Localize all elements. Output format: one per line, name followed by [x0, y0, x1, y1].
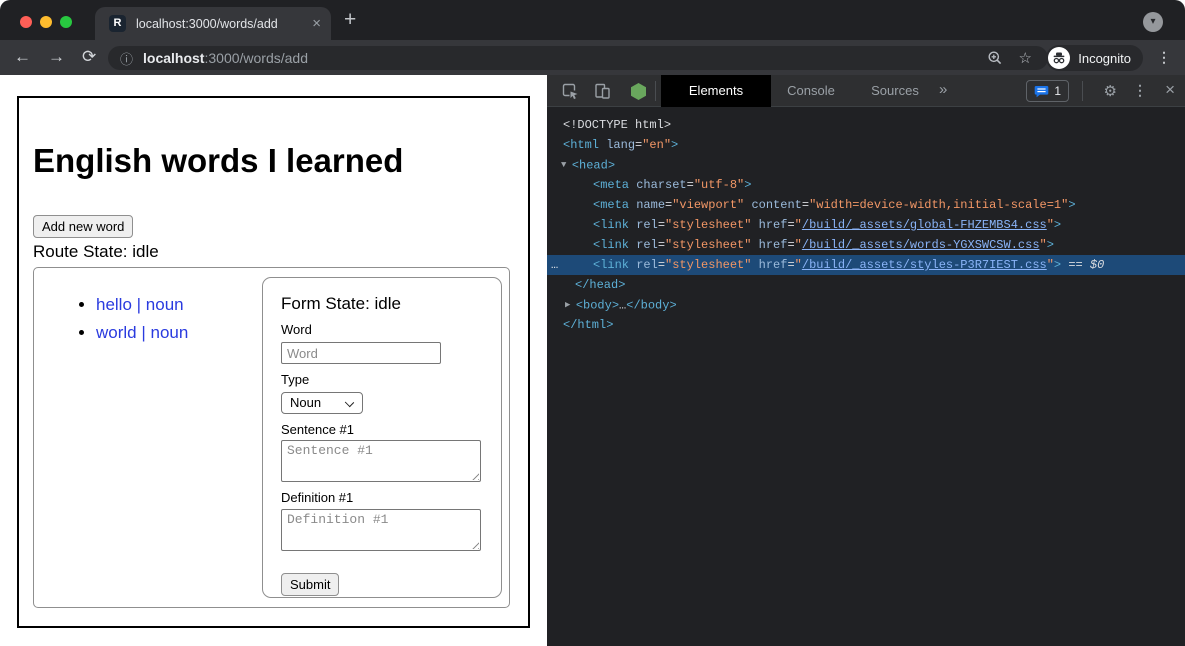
extension-hexagon-icon[interactable] — [631, 83, 646, 105]
code-line[interactable]: <!DOCTYPE html> — [547, 115, 1185, 135]
code-line[interactable]: <link rel="stylesheet" href="/build/_ass… — [547, 215, 1185, 235]
word-link-hello[interactable]: hello | noun — [96, 295, 184, 314]
type-select-value: Noun — [290, 395, 321, 410]
code-line[interactable]: ▶ <body>…</body> — [547, 295, 1185, 315]
word-field-label: Word — [281, 322, 483, 337]
browser-window: R localhost:3000/words/add × + ▾ ← → ⟳ ⓘ… — [0, 0, 1185, 646]
devtools-code: <!DOCTYPE html><html lang="en">▼ <head><… — [547, 108, 1185, 646]
message-bubble-icon — [1034, 85, 1049, 98]
address-bar[interactable]: ⓘ localhost:3000/words/add ☆ — [108, 46, 1048, 70]
code-line[interactable]: </head> — [547, 275, 1185, 295]
page-viewport: English words I learned Add new word Rou… — [0, 75, 547, 646]
traffic-light-minimize[interactable] — [40, 16, 52, 28]
bookmark-star-icon[interactable]: ☆ — [1019, 49, 1032, 67]
type-field-label: Type — [281, 372, 483, 387]
browser-tab[interactable]: R localhost:3000/words/add × — [95, 7, 331, 40]
tab-close-icon[interactable]: × — [312, 16, 321, 31]
tab-search-button[interactable]: ▾ — [1143, 12, 1163, 32]
traffic-light-close[interactable] — [20, 16, 32, 28]
browser-menu-button[interactable]: ⋮ — [1157, 49, 1171, 66]
back-button[interactable]: ← — [14, 47, 31, 67]
forward-button[interactable]: → — [48, 47, 65, 67]
inspect-element-icon[interactable] — [561, 82, 579, 105]
browser-titlebar: R localhost:3000/words/add × + ▾ — [0, 0, 1185, 40]
traffic-light-zoom[interactable] — [60, 16, 72, 28]
incognito-label: Incognito — [1078, 51, 1131, 66]
reload-button[interactable]: ⟳ — [82, 47, 96, 67]
site-info-icon[interactable]: ⓘ — [120, 49, 133, 68]
new-tab-button[interactable]: + — [344, 8, 356, 32]
add-word-form: Form State: idle Word Type Noun Sentence… — [262, 277, 502, 598]
issues-counter[interactable]: 1 — [1026, 80, 1069, 102]
code-line[interactable]: …<link rel="stylesheet" href="/build/_as… — [547, 255, 1185, 275]
code-line[interactable]: ▼ <head> — [547, 155, 1185, 175]
sentence-textarea[interactable] — [281, 440, 481, 482]
remix-favicon-icon: R — [109, 15, 126, 32]
code-line[interactable]: <meta charset="utf-8"> — [547, 175, 1185, 195]
more-tabs-button[interactable]: » — [939, 75, 947, 107]
form-state-text: Form State: idle — [281, 294, 483, 314]
tab-title: localhost:3000/words/add — [136, 17, 304, 31]
url-text: localhost:3000/words/add — [143, 50, 987, 66]
route-state-text: Route State: idle — [33, 242, 159, 262]
device-toolbar-icon[interactable] — [593, 82, 611, 105]
incognito-icon — [1048, 47, 1070, 69]
tab-console[interactable]: Console — [771, 75, 851, 107]
sentence-field-label: Sentence #1 — [281, 422, 483, 437]
devtools-close-icon[interactable]: × — [1165, 80, 1175, 100]
code-line[interactable]: <html lang="en"> — [547, 135, 1185, 155]
zoom-level-icon[interactable] — [987, 50, 1003, 66]
tab-sources[interactable]: Sources — [855, 75, 935, 107]
browser-toolbar: ← → ⟳ ⓘ localhost:3000/words/add ☆ — [0, 40, 1185, 75]
code-line[interactable]: </html> — [547, 315, 1185, 335]
devtools-menu-icon[interactable]: ⋮ — [1133, 82, 1147, 99]
submit-button[interactable]: Submit — [281, 573, 339, 596]
devtools-toolbar: Elements Console Sources » 1 ⚙ ⋮ × — [547, 75, 1185, 107]
code-line[interactable]: <meta name="viewport" content="width=dev… — [547, 195, 1185, 215]
issues-count: 1 — [1054, 84, 1061, 98]
definition-textarea[interactable] — [281, 509, 481, 551]
incognito-badge: Incognito — [1046, 45, 1143, 71]
type-select[interactable]: Noun — [281, 392, 363, 414]
devtools-panel: Elements Console Sources » 1 ⚙ ⋮ × <!DOC… — [547, 75, 1185, 646]
code-line[interactable]: <link rel="stylesheet" href="/build/_ass… — [547, 235, 1185, 255]
word-link-world[interactable]: world | noun — [96, 323, 188, 342]
tab-elements[interactable]: Elements — [661, 75, 771, 107]
definition-field-label: Definition #1 — [281, 490, 483, 505]
settings-gear-icon[interactable]: ⚙ — [1104, 82, 1117, 100]
page-title: English words I learned — [33, 141, 403, 181]
chevron-down-icon — [345, 398, 354, 407]
add-new-word-button[interactable]: Add new word — [33, 215, 133, 238]
line-actions-ellipsis[interactable]: … — [551, 255, 557, 275]
word-input[interactable] — [281, 342, 441, 364]
